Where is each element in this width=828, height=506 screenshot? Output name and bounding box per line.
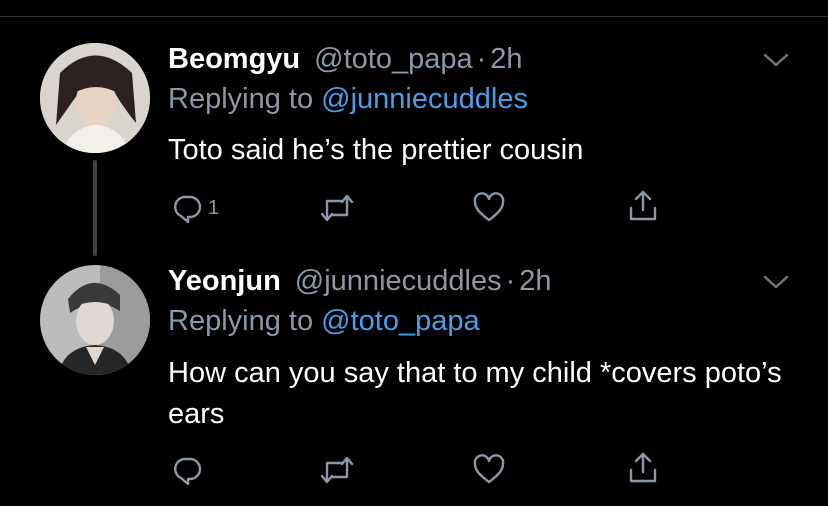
display-name[interactable]: Yeonjun bbox=[168, 265, 281, 297]
replying-prefix: Replying to bbox=[168, 83, 314, 115]
avatar[interactable] bbox=[40, 43, 150, 153]
reply-button[interactable] bbox=[170, 452, 208, 488]
tweet-header: Beomgyu @toto_papa · 2h bbox=[168, 42, 523, 76]
retweet-icon bbox=[320, 194, 354, 222]
reply-icon bbox=[174, 457, 202, 486]
avatar-image bbox=[40, 265, 150, 375]
timestamp[interactable]: 2h bbox=[519, 265, 551, 297]
user-handle[interactable]: @junniecuddles bbox=[295, 265, 502, 297]
chevron-down-icon[interactable] bbox=[762, 50, 790, 70]
share-icon bbox=[629, 190, 657, 221]
replying-prefix: Replying to bbox=[168, 305, 314, 337]
retweet-icon bbox=[320, 456, 354, 484]
like-button[interactable] bbox=[472, 452, 506, 488]
separator: · bbox=[476, 43, 487, 75]
display-name[interactable]: Beomgyu bbox=[168, 43, 300, 75]
retweet-button[interactable] bbox=[318, 190, 356, 226]
separator: · bbox=[505, 265, 516, 297]
chevron-down-icon[interactable] bbox=[762, 272, 790, 292]
tweet-header: Yeonjun @junniecuddles · 2h bbox=[168, 264, 552, 298]
timestamp[interactable]: 2h bbox=[490, 43, 522, 75]
top-divider bbox=[0, 16, 828, 17]
avatar[interactable] bbox=[40, 265, 150, 375]
heart-icon bbox=[473, 192, 505, 222]
retweet-button[interactable] bbox=[318, 452, 356, 488]
reply-count: 1 bbox=[208, 196, 220, 219]
thread-line bbox=[93, 160, 97, 256]
share-button[interactable] bbox=[626, 450, 660, 486]
mention-link[interactable]: @junniecuddles bbox=[321, 83, 528, 115]
like-button[interactable] bbox=[472, 190, 506, 226]
share-icon bbox=[629, 452, 657, 483]
reply-button[interactable]: 1 bbox=[170, 190, 219, 226]
avatar-image bbox=[40, 43, 150, 153]
mention-link[interactable]: @toto_papa bbox=[321, 305, 479, 337]
heart-icon bbox=[473, 454, 505, 484]
reply-icon bbox=[174, 195, 202, 224]
share-button[interactable] bbox=[626, 188, 660, 224]
tweet-text: Toto said he’s the prettier cousin bbox=[168, 134, 584, 166]
user-handle[interactable]: @toto_papa bbox=[314, 43, 472, 75]
replying-to: Replying to @junniecuddles bbox=[168, 82, 528, 116]
tweet-text: How can you say that to my child *covers… bbox=[168, 357, 782, 430]
replying-to: Replying to @toto_papa bbox=[168, 304, 480, 338]
